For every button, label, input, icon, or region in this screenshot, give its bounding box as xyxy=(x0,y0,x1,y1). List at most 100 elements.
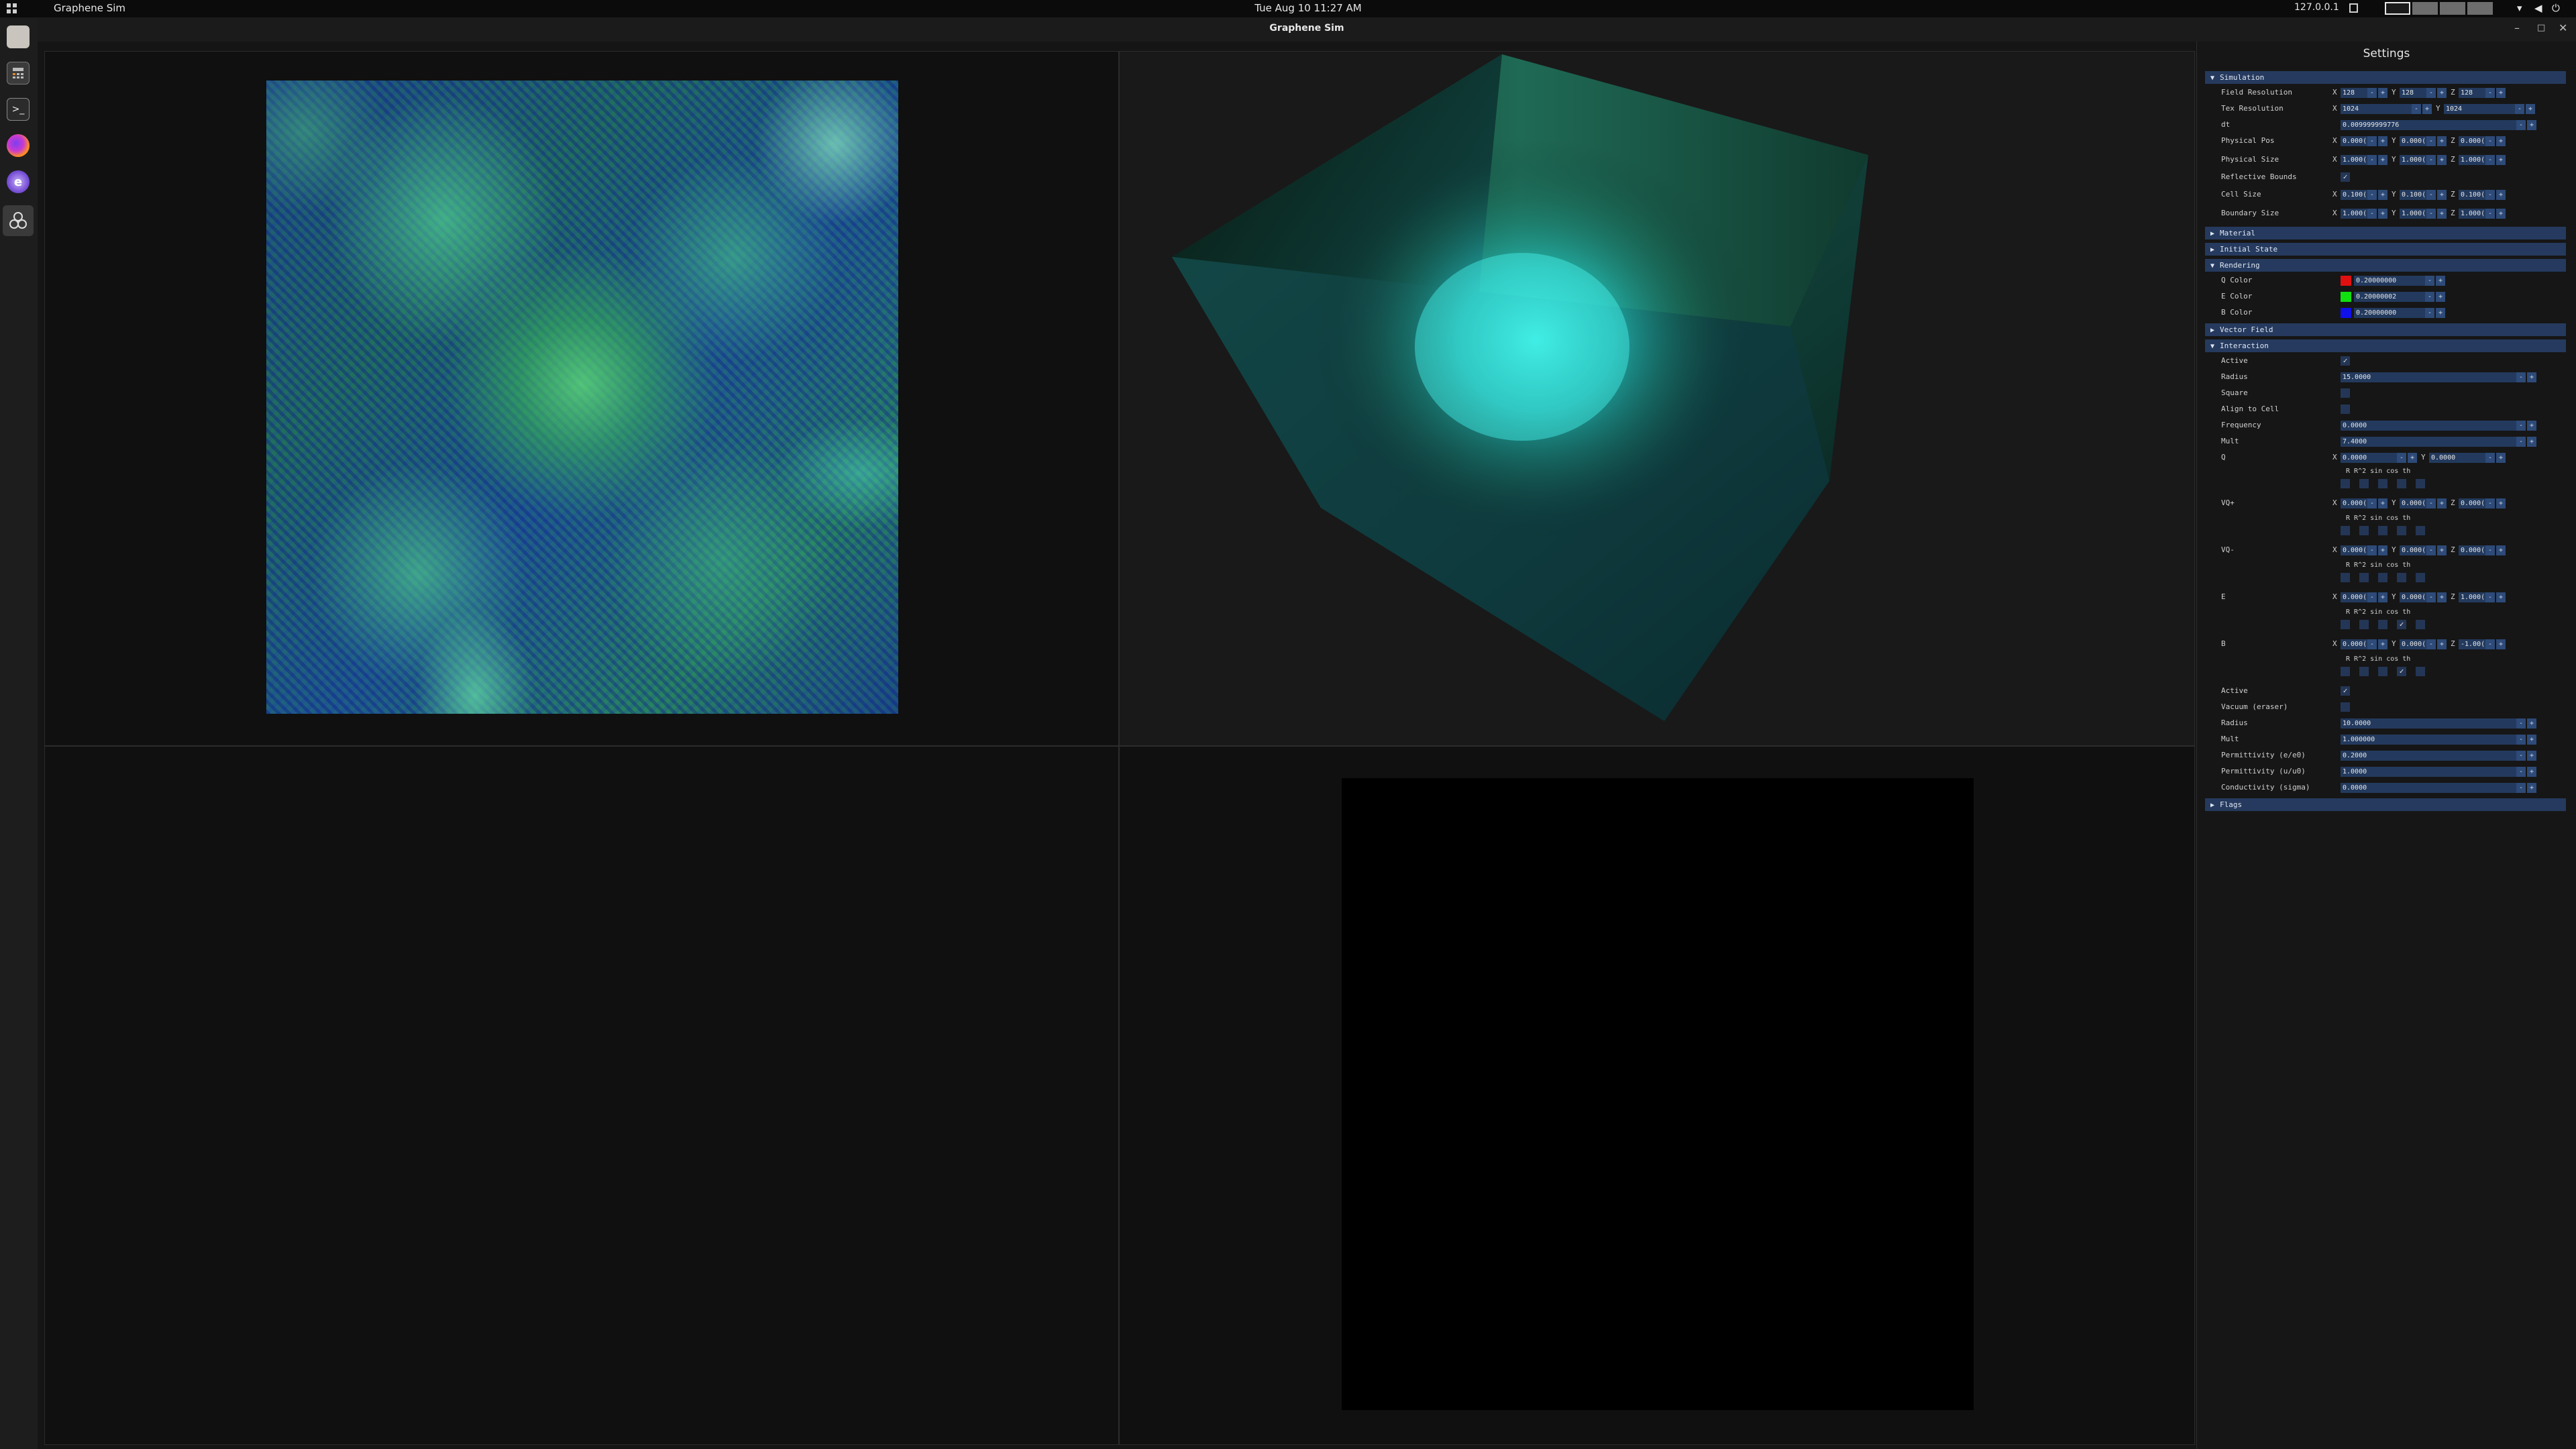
increment-button[interactable]: + xyxy=(2436,276,2445,286)
increment-button[interactable]: + xyxy=(2496,155,2506,165)
decrement-button[interactable]: - xyxy=(2516,120,2526,130)
boundary-size-z-input[interactable]: 1.000( xyxy=(2459,209,2485,219)
field-resolution-z-input[interactable]: 128 xyxy=(2459,88,2485,98)
modifier-checkbox[interactable] xyxy=(2341,620,2350,629)
increment-button[interactable]: + xyxy=(2527,372,2536,382)
field-cube-3d[interactable] xyxy=(1120,52,2194,745)
decrement-button[interactable]: - xyxy=(2367,155,2377,165)
graphene-sim-icon[interactable] xyxy=(3,205,34,236)
modifier-checkbox[interactable] xyxy=(2341,573,2350,582)
increment-button[interactable]: + xyxy=(2527,421,2536,431)
modifier-checkbox[interactable] xyxy=(2378,479,2387,488)
viewport-empty[interactable] xyxy=(44,746,1119,1445)
viewport-3d-view[interactable] xyxy=(1119,51,2195,746)
b-x-input[interactable]: 0.000( xyxy=(2341,639,2367,649)
increment-button[interactable]: + xyxy=(2437,190,2447,200)
field-texture-2d[interactable] xyxy=(266,80,898,714)
emacs-icon[interactable]: e xyxy=(7,170,30,193)
increment-button[interactable]: + xyxy=(2437,498,2447,508)
increment-button[interactable]: + xyxy=(2378,639,2387,649)
e-y-input[interactable]: 0.000( xyxy=(2400,592,2426,602)
increment-button[interactable]: + xyxy=(2436,292,2445,302)
dt-input[interactable]: 0.009999999776 xyxy=(2341,120,2516,130)
increment-button[interactable]: + xyxy=(2378,136,2387,146)
vq-plus-z-input[interactable]: 0.000( xyxy=(2459,498,2485,508)
b-color-swatch[interactable] xyxy=(2341,308,2351,318)
modifier-checkbox[interactable] xyxy=(2416,667,2425,676)
field-texture-bottom[interactable] xyxy=(1342,778,1974,1410)
increment-button[interactable]: + xyxy=(2437,209,2447,219)
modifier-checkbox[interactable] xyxy=(2416,573,2425,582)
network-icon[interactable]: ▾ xyxy=(2517,2,2522,14)
increment-button[interactable]: + xyxy=(2378,155,2387,165)
decrement-button[interactable]: - xyxy=(2485,545,2495,555)
increment-button[interactable]: + xyxy=(2527,437,2536,447)
decrement-button[interactable]: - xyxy=(2367,639,2377,649)
cell-size-z-input[interactable]: 0.100( xyxy=(2459,190,2485,200)
decrement-button[interactable]: - xyxy=(2426,155,2436,165)
decrement-button[interactable]: - xyxy=(2515,104,2524,114)
physical-size-z-input[interactable]: 1.000( xyxy=(2459,155,2485,165)
e-x-input[interactable]: 0.000( xyxy=(2341,592,2367,602)
modifier-checkbox[interactable] xyxy=(2341,667,2350,676)
increment-button[interactable]: + xyxy=(2378,88,2387,98)
q-y-input[interactable]: 0.0000 xyxy=(2429,453,2485,463)
modifier-checkbox[interactable] xyxy=(2416,479,2425,488)
modifier-checkbox-checked[interactable]: ✓ xyxy=(2397,667,2406,676)
modifier-checkbox[interactable] xyxy=(2378,526,2387,535)
physical-size-x-input[interactable]: 1.000( xyxy=(2341,155,2367,165)
decrement-button[interactable]: - xyxy=(2516,767,2526,777)
increment-button[interactable]: + xyxy=(2526,104,2535,114)
increment-button[interactable]: + xyxy=(2527,783,2536,793)
decrement-button[interactable]: - xyxy=(2367,88,2377,98)
mult-input-2[interactable]: 1.000000 xyxy=(2341,735,2516,745)
increment-button[interactable]: + xyxy=(2408,453,2417,463)
power-icon[interactable]: ⏻ xyxy=(2552,2,2560,14)
modifier-checkbox[interactable] xyxy=(2416,620,2425,629)
increment-button[interactable]: + xyxy=(2378,592,2387,602)
files-icon[interactable] xyxy=(7,25,30,48)
section-vector-field[interactable]: ▶ Vector Field xyxy=(2205,323,2566,336)
clock[interactable]: Tue Aug 10 11:27 AM xyxy=(1221,2,1395,14)
increment-button[interactable]: + xyxy=(2496,190,2506,200)
field-resolution-x-input[interactable]: 128 xyxy=(2341,88,2367,98)
increment-button[interactable]: + xyxy=(2496,209,2506,219)
decrement-button[interactable]: - xyxy=(2425,276,2434,286)
e-color-input[interactable]: 0.20000002 xyxy=(2354,292,2425,302)
decrement-button[interactable]: - xyxy=(2485,453,2495,463)
increment-button[interactable]: + xyxy=(2527,751,2536,761)
calculator-icon[interactable] xyxy=(7,62,30,85)
vacuum-eraser-checkbox[interactable] xyxy=(2341,702,2350,712)
radius-input-2[interactable]: 10.0000 xyxy=(2341,718,2516,729)
workspace-4[interactable] xyxy=(2467,2,2493,15)
physical-pos-z-input[interactable]: 0.000( xyxy=(2459,136,2485,146)
modifier-checkbox[interactable] xyxy=(2397,573,2406,582)
volume-icon[interactable]: ◀ xyxy=(2534,2,2542,14)
decrement-button[interactable]: - xyxy=(2485,190,2495,200)
cell-size-y-input[interactable]: 0.100( xyxy=(2400,190,2426,200)
decrement-button[interactable]: - xyxy=(2516,437,2526,447)
decrement-button[interactable]: - xyxy=(2485,592,2495,602)
section-flags[interactable]: ▶ Flags xyxy=(2205,798,2566,811)
increment-button[interactable]: + xyxy=(2527,767,2536,777)
modifier-checkbox[interactable] xyxy=(2341,526,2350,535)
increment-button[interactable]: + xyxy=(2496,592,2506,602)
vq-plus-y-input[interactable]: 0.000( xyxy=(2400,498,2426,508)
modifier-checkbox[interactable] xyxy=(2341,479,2350,488)
active-checkbox-2[interactable]: ✓ xyxy=(2341,686,2350,696)
section-interaction[interactable]: ▼ Interaction xyxy=(2205,339,2566,352)
reflective-bounds-checkbox[interactable]: ✓ xyxy=(2341,172,2350,182)
increment-button[interactable]: + xyxy=(2437,639,2447,649)
increment-button[interactable]: + xyxy=(2527,735,2536,745)
decrement-button[interactable]: - xyxy=(2426,592,2436,602)
modifier-checkbox[interactable] xyxy=(2359,667,2369,676)
decrement-button[interactable]: - xyxy=(2516,783,2526,793)
modifier-checkbox[interactable] xyxy=(2378,667,2387,676)
boundary-size-y-input[interactable]: 1.000( xyxy=(2400,209,2426,219)
modifier-checkbox[interactable] xyxy=(2416,526,2425,535)
decrement-button[interactable]: - xyxy=(2367,498,2377,508)
modifier-checkbox[interactable] xyxy=(2359,526,2369,535)
increment-button[interactable]: + xyxy=(2437,155,2447,165)
q-color-input[interactable]: 0.20000000 xyxy=(2354,276,2425,286)
q-color-swatch[interactable] xyxy=(2341,276,2351,286)
